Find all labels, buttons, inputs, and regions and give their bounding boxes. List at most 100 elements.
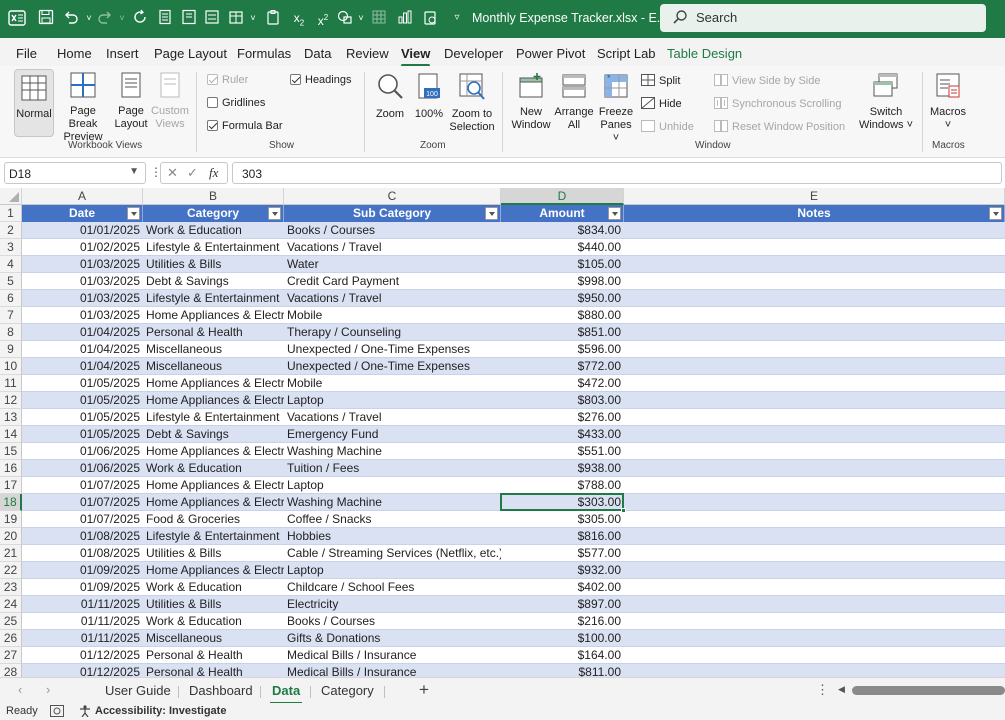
chart-icon[interactable] [396, 9, 414, 27]
cell-amount[interactable]: $105.00 [501, 256, 624, 273]
synchronous-scrolling-button[interactable]: Synchronous Scrolling [714, 97, 841, 110]
cell-sub-category[interactable]: Unexpected / One-Time Expenses [284, 358, 501, 375]
row-header[interactable]: 23 [0, 579, 22, 596]
cell-sub-category[interactable]: Laptop [284, 392, 501, 409]
row-header[interactable]: 20 [0, 528, 22, 545]
cell-sub-category[interactable]: Electricity [284, 596, 501, 613]
table-header-notes[interactable]: Notes [624, 205, 1005, 222]
cell-amount[interactable]: $834.00 [501, 222, 624, 239]
cell-category[interactable]: Home Appliances & Electronics [143, 307, 284, 324]
cell-amount[interactable]: $851.00 [501, 324, 624, 341]
horizontal-scrollbar-thumb[interactable] [852, 686, 1005, 695]
row-header[interactable]: 11 [0, 375, 22, 392]
cell-amount[interactable]: $880.00 [501, 307, 624, 324]
tab-table-design[interactable]: Table Design [667, 46, 742, 61]
tab-view[interactable]: View [401, 46, 431, 67]
cell-date[interactable]: 01/05/2025 [22, 392, 143, 409]
column-header-e[interactable]: E [624, 188, 1005, 205]
ruler-checkbox[interactable]: Ruler [207, 74, 248, 86]
cell-notes[interactable] [624, 494, 1005, 511]
column-header-d[interactable]: D [501, 188, 624, 205]
filter-dropdown-icon[interactable] [608, 207, 621, 220]
freeze-panes-button[interactable]: * Freeze Panes ˅ [596, 72, 636, 145]
cell-notes[interactable] [624, 307, 1005, 324]
tab-review[interactable]: Review [346, 46, 389, 61]
cell-amount[interactable]: $276.00 [501, 409, 624, 426]
cell-date[interactable]: 01/08/2025 [22, 545, 143, 562]
cell-sub-category[interactable]: Unexpected / One-Time Expenses [284, 341, 501, 358]
cell-category[interactable]: Debt & Savings [143, 273, 284, 290]
row-header[interactable]: 26 [0, 630, 22, 647]
unhide-button[interactable]: Unhide [641, 120, 694, 133]
sheet-tab-dashboard[interactable]: Dashboard [189, 683, 253, 698]
accessibility-icon[interactable] [78, 705, 92, 720]
cell-amount[interactable]: $772.00 [501, 358, 624, 375]
cell-sub-category[interactable]: Books / Courses [284, 613, 501, 630]
cell-category[interactable]: Lifestyle & Entertainment [143, 239, 284, 256]
form-fields-icon[interactable] [203, 9, 221, 27]
cell-sub-category[interactable]: Childcare / School Fees [284, 579, 501, 596]
tab-formulas[interactable]: Formulas [237, 46, 291, 61]
formula-bar-checkbox[interactable]: Formula Bar [207, 120, 283, 132]
row-header[interactable]: 12 [0, 392, 22, 409]
row-header[interactable]: 13 [0, 409, 22, 426]
cell-notes[interactable] [624, 409, 1005, 426]
scroll-left-arrow-icon[interactable]: ◀ [838, 684, 845, 695]
cell-category[interactable]: Lifestyle & Entertainment [143, 528, 284, 545]
clipboard-icon[interactable] [264, 9, 282, 27]
search-box[interactable]: Search [660, 4, 986, 32]
row-header[interactable]: 17 [0, 477, 22, 494]
filter-dropdown-icon[interactable] [485, 207, 498, 220]
cell-date[interactable]: 01/03/2025 [22, 307, 143, 324]
cell-sub-category[interactable]: Tuition / Fees [284, 460, 501, 477]
cell-category[interactable]: Home Appliances & Electronics [143, 477, 284, 494]
cell-amount[interactable]: $897.00 [501, 596, 624, 613]
more-sheets-icon[interactable]: ⋮ [816, 682, 829, 698]
cell-amount[interactable]: $551.00 [501, 443, 624, 460]
cell-notes[interactable] [624, 290, 1005, 307]
cell-notes[interactable] [624, 443, 1005, 460]
row-header[interactable]: 10 [0, 358, 22, 375]
cell-amount[interactable]: $596.00 [501, 341, 624, 358]
row-header[interactable]: 3 [0, 239, 22, 256]
cell-sub-category[interactable]: Washing Machine [284, 443, 501, 460]
cell-notes[interactable] [624, 511, 1005, 528]
redo-dropdown-icon[interactable]: ˅ [113, 9, 131, 27]
cell-amount[interactable]: $164.00 [501, 647, 624, 664]
cell-amount[interactable]: $577.00 [501, 545, 624, 562]
cell-notes[interactable] [624, 562, 1005, 579]
name-box[interactable]: D18 ▼ [4, 162, 146, 184]
sheet-tab-data[interactable]: Data [269, 683, 303, 704]
cell-notes[interactable] [624, 392, 1005, 409]
cell-category[interactable]: Miscellaneous [143, 630, 284, 647]
cell-amount[interactable]: $433.00 [501, 426, 624, 443]
row-header[interactable]: 25 [0, 613, 22, 630]
cell-date[interactable]: 01/07/2025 [22, 511, 143, 528]
row-header[interactable]: 22 [0, 562, 22, 579]
name-box-dropdown-icon[interactable]: ▼ [129, 166, 139, 177]
macros-button[interactable]: Macros ˅ [928, 72, 968, 132]
cell-category[interactable]: Miscellaneous [143, 341, 284, 358]
cell-category[interactable]: Miscellaneous [143, 358, 284, 375]
cell-category[interactable]: Lifestyle & Entertainment [143, 290, 284, 307]
customize-toolbar-icon[interactable]: ▿ [448, 9, 466, 27]
cell-notes[interactable] [624, 528, 1005, 545]
cell-amount[interactable]: $788.00 [501, 477, 624, 494]
cell-sub-category[interactable]: Credit Card Payment [284, 273, 501, 290]
cell-sub-category[interactable]: Medical Bills / Insurance [284, 664, 501, 677]
column-header-b[interactable]: B [143, 188, 284, 205]
tab-script-lab[interactable]: Script Lab [597, 46, 656, 61]
page-icon[interactable] [180, 9, 198, 27]
cell-notes[interactable] [624, 358, 1005, 375]
cell-category[interactable]: Personal & Health [143, 647, 284, 664]
cell-category[interactable]: Utilities & Bills [143, 545, 284, 562]
cell-sub-category[interactable]: Cable / Streaming Services (Netflix, etc… [284, 545, 501, 562]
cell-category[interactable]: Home Appliances & Electronics [143, 392, 284, 409]
cell-category[interactable]: Home Appliances & Electronics [143, 562, 284, 579]
cell-notes[interactable] [624, 222, 1005, 239]
scroll-right-icon[interactable]: › [46, 682, 50, 697]
cell-date[interactable]: 01/09/2025 [22, 562, 143, 579]
hide-button[interactable]: Hide [641, 97, 682, 110]
cell-date[interactable]: 01/08/2025 [22, 528, 143, 545]
split-button[interactable]: Split [641, 74, 680, 87]
